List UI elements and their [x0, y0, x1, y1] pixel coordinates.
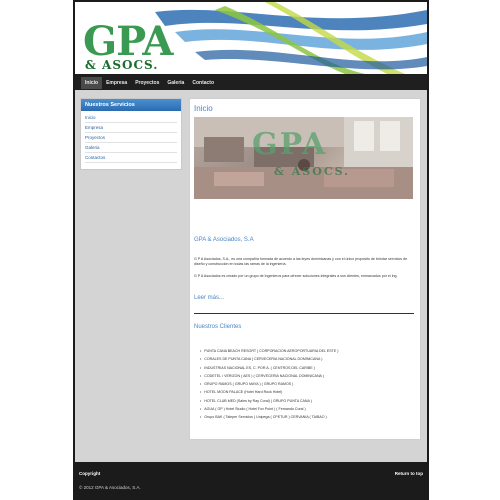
clients-title: Nuestros Clientes	[194, 324, 242, 330]
sidebar-item-empresa[interactable]: Empresa	[85, 123, 177, 133]
site-logo[interactable]: GPA & ASOCS.	[83, 18, 173, 73]
list-item: Grupo BAK ( Taleper Servicios ( Unipega …	[200, 413, 414, 421]
list-item: HOTEL MOON PALACE (Hotel Hard Rock Hotel…	[200, 388, 414, 396]
sidebar-title: Nuestros Servicios	[81, 99, 181, 111]
list-item: PUNTA CANA BEACH RESORT ( CORPORACION AE…	[200, 347, 414, 355]
footer-copyright: © 2012 GPA & Asociados, S.A.	[79, 485, 141, 490]
section-divider	[194, 313, 414, 314]
nav-item-galeria[interactable]: Galeria	[163, 77, 188, 89]
logo-wordmark: GPA	[83, 18, 173, 65]
sidebar-item-inicio[interactable]: Inicio	[85, 113, 177, 123]
read-more-link[interactable]: Leer más...	[194, 295, 224, 301]
hero-logo-subtitle: & ASOCS.	[274, 165, 350, 178]
list-item: HOTEL CLUB MED (Sales by Ray Coral) ( GR…	[200, 397, 414, 405]
return-to-top-link[interactable]: Return to top	[395, 471, 423, 476]
sidebar-item-galeria[interactable]: Galeria	[85, 143, 177, 153]
nav-item-inicio[interactable]: Inicio	[81, 76, 103, 89]
site-header: GPA & ASOCS.	[75, 2, 427, 74]
sidebar-services: Nuestros Servicios Inicio Empresa Proyec…	[80, 98, 182, 170]
list-item: CODETEL / VERIZON ( AES ) ( CERVECERIA N…	[200, 372, 414, 380]
site-footer: Copyright © 2012 GPA & Asociados, S.A. R…	[75, 462, 427, 500]
company-title: GPA & Asociados, S.A	[194, 237, 254, 243]
sidebar-item-contactos[interactable]: Contactos	[85, 153, 177, 163]
sidebar-list: Inicio Empresa Proyectos Galeria Contact…	[81, 111, 181, 165]
nav-item-contacto[interactable]: Contacto	[188, 77, 218, 89]
page-title: Inicio	[194, 104, 213, 113]
hero-logo-watermark: GPA	[252, 127, 328, 162]
nav-item-empresa[interactable]: Empresa	[102, 77, 131, 89]
hero-image: GPA & ASOCS.	[194, 117, 413, 199]
list-item: INDUSTRIAS NACIONAL ES, C. POR A. ( CENT…	[200, 364, 414, 372]
list-item: GRUPO RAMOS ( GRUPO MAYA ) ( GRUPO RAMOS…	[200, 380, 414, 388]
main-panel: Inicio GPA & ASOCS. GPA & Asociados, S.A…	[189, 98, 421, 440]
clients-list: PUNTA CANA BEACH RESORT ( CORPORACION AE…	[200, 347, 414, 422]
list-item: AGUA ( GP ) Hotel Studio ( Hotel Fox Poi…	[200, 405, 414, 413]
company-paragraph-2: G P A Asociados es creado por un grupo d…	[194, 274, 398, 278]
main-nav: Inicio Empresa Proyectos Galeria Contact…	[75, 75, 427, 90]
nav-item-proyectos[interactable]: Proyectos	[131, 77, 163, 89]
list-item: CORALES DE PUNTA CANA ( CERVECERIA NACIO…	[200, 355, 414, 363]
company-paragraph-1: G P A Asociados, S.A., es una compañía f…	[194, 257, 408, 266]
footer-label: Copyright	[79, 471, 101, 476]
sidebar-item-proyectos[interactable]: Proyectos	[85, 133, 177, 143]
